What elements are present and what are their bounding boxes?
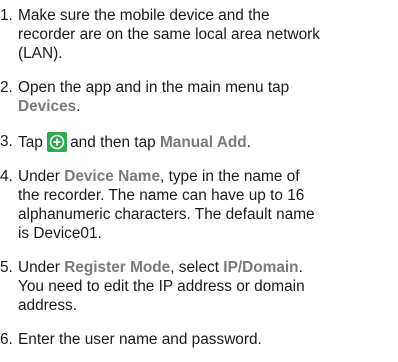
step-text-part: Tap	[18, 134, 43, 151]
step-number: 4.	[0, 168, 13, 185]
step-line: Devices.	[18, 97, 398, 116]
step-text-part: , type in the name of	[160, 168, 300, 185]
step-line: Enter the user name and password.	[18, 331, 262, 348]
highlight-ip-domain: IP/Domain	[223, 259, 299, 276]
step-number: 5.	[0, 259, 13, 276]
step-line: the recorder. The name can have up to 16	[18, 187, 305, 204]
step-line: address.	[18, 297, 78, 314]
step-text: Under Device Name, type in the name of t…	[18, 167, 398, 243]
punctuation: .	[246, 134, 251, 151]
step-text: Under Register Mode, select IP/Domain. Y…	[18, 258, 398, 315]
step-number: 3.	[0, 133, 13, 150]
step-line: Make sure the mobile device and the	[18, 7, 270, 24]
step-line: Tap and then tap Manual Add.	[18, 132, 398, 152]
step-text: Make sure the mobile device and the reco…	[18, 6, 398, 63]
step-text-part: Under	[18, 259, 60, 276]
punctuation: .	[298, 259, 303, 276]
step-line: Open the app and in the main menu tap	[18, 79, 290, 96]
step-text: Open the app and in the main menu tap De…	[18, 78, 398, 116]
step-line: alphanumeric characters. The default nam…	[18, 206, 315, 223]
punctuation: .	[76, 98, 81, 115]
step-text: Tap and then tap Manual Add.	[18, 132, 398, 152]
step-number: 1.	[0, 7, 13, 24]
step-number: 2.	[0, 79, 13, 96]
highlight-device-name: Device Name	[64, 168, 161, 185]
step-text-part: , select	[170, 259, 220, 276]
step-text-part: Under	[18, 168, 60, 185]
highlight-register-mode: Register Mode	[64, 259, 171, 276]
step-text-part: and then tap	[70, 134, 156, 151]
step-line: is Device01.	[18, 225, 102, 242]
highlight-manual-add: Manual Add	[159, 134, 247, 151]
step-line: You need to edit the IP address or domai…	[18, 278, 305, 295]
step-line: (LAN).	[18, 45, 63, 62]
step-number: 6.	[0, 331, 13, 348]
highlight-devices: Devices	[18, 98, 77, 115]
step-line: Under Device Name, type in the name of	[18, 167, 398, 186]
add-device-icon	[47, 132, 68, 152]
step-line: recorder are on the same local area netw…	[18, 26, 320, 43]
step-line: Under Register Mode, select IP/Domain.	[18, 258, 398, 277]
step-text: Enter the user name and password.	[18, 330, 398, 349]
